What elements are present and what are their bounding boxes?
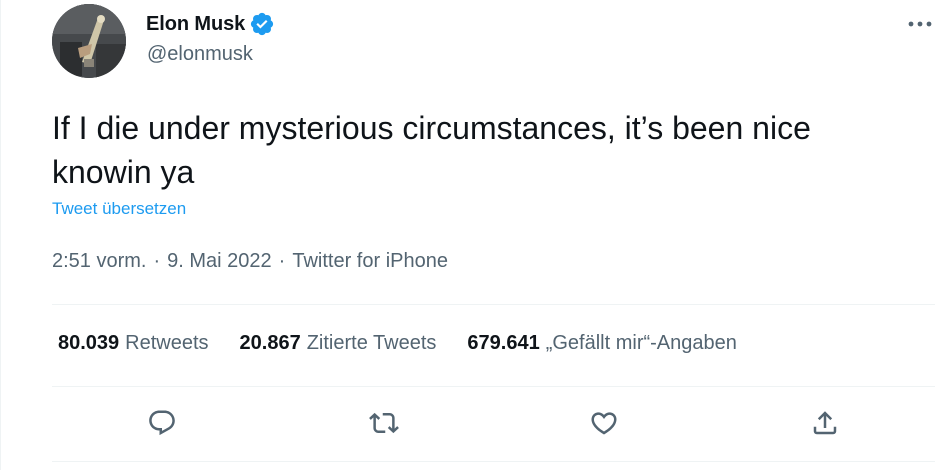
retweet-button[interactable] [366, 405, 402, 441]
author-row: Elon Musk [146, 11, 275, 37]
author-name[interactable]: Elon Musk [146, 13, 245, 36]
meta-separator: · [153, 250, 161, 272]
avatar-image [52, 4, 126, 78]
reply-button[interactable] [144, 405, 180, 441]
divider [52, 461, 935, 462]
heart-icon [591, 412, 617, 435]
tweet-date[interactable]: 9. Mai 2022 [167, 250, 272, 273]
likes-label: „Gefällt mir“-Angaben [545, 332, 737, 354]
meta-separator: · [278, 250, 286, 272]
verified-badge-icon [249, 11, 275, 37]
more-options-button[interactable] [904, 8, 935, 40]
like-button[interactable] [586, 405, 622, 441]
share-button[interactable] [807, 405, 843, 441]
divider [52, 386, 935, 387]
retweets-stat[interactable]: 80.039 Retweets [58, 332, 209, 355]
retweet-icon [369, 412, 399, 434]
tweet-time[interactable]: 2:51 vorm. [52, 250, 146, 273]
quote-tweets-stat[interactable]: 20.867 Zitierte Tweets [240, 332, 437, 355]
quote-tweets-count: 20.867 [239, 332, 301, 354]
tweet-meta: 2:51 vorm. · 9. Mai 2022 · Twitter for i… [52, 250, 448, 273]
column-border [0, 0, 1, 470]
tweet-text: If I die under mysterious circumstances,… [52, 106, 932, 194]
author-handle[interactable]: @elonmusk [147, 43, 253, 66]
engagement-stats: 80.039 Retweets 20.867 Zitierte Tweets 6… [58, 332, 737, 355]
tweet-source[interactable]: Twitter for iPhone [292, 250, 448, 273]
likes-stat[interactable]: 679.641 „Gefällt mir“-Angaben [467, 332, 736, 355]
reply-icon [149, 410, 175, 436]
share-icon [813, 411, 837, 435]
retweets-count: 80.039 [58, 332, 120, 354]
more-horizontal-icon [908, 21, 932, 27]
tweet-text-line: If I die under mysterious circumstances,… [52, 110, 811, 146]
avatar[interactable] [52, 4, 126, 78]
divider [52, 304, 935, 305]
retweets-label: Retweets [125, 332, 209, 354]
translate-tweet-link[interactable]: Tweet übersetzen [52, 199, 186, 219]
likes-count: 679.641 [467, 332, 540, 354]
quote-tweets-label: Zitierte Tweets [306, 332, 437, 354]
tweet-text-line: knowin ya [52, 154, 195, 190]
